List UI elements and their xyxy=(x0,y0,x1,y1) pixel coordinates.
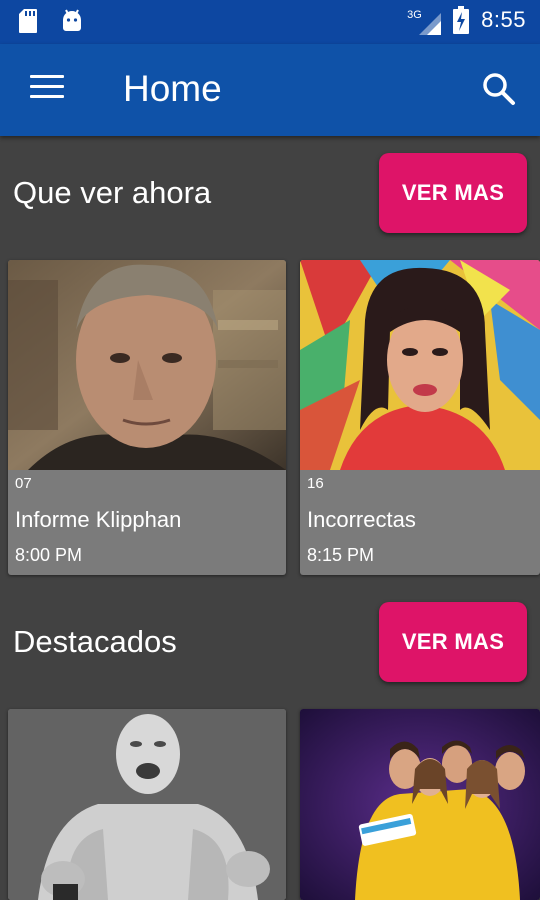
android-icon xyxy=(63,9,81,31)
signal-icon: 3G xyxy=(407,7,442,35)
featured-thumbnail xyxy=(8,709,286,900)
status-bar: 3G 8:55 xyxy=(0,0,540,44)
program-card[interactable]: 16 Incorrectas 8:15 PM xyxy=(300,260,540,575)
clock: 8:55 xyxy=(481,7,526,32)
featured-card[interactable] xyxy=(300,709,540,900)
channel-number: 16 xyxy=(307,475,324,492)
page-title: Home xyxy=(123,68,222,109)
program-thumbnail xyxy=(300,260,540,470)
menu-icon[interactable] xyxy=(30,75,64,101)
ver-mas-button[interactable]: VER MAS xyxy=(379,602,527,682)
featured-card[interactable] xyxy=(8,709,286,900)
search-icon[interactable] xyxy=(482,72,516,106)
battery-charging-icon xyxy=(453,6,470,34)
program-title: Informe Klipphan xyxy=(15,507,182,532)
ver-mas-button[interactable]: VER MAS xyxy=(379,153,527,233)
program-thumbnail xyxy=(8,260,286,470)
program-time: 8:15 PM xyxy=(307,545,375,565)
sd-card-icon xyxy=(19,9,37,33)
program-time: 8:00 PM xyxy=(15,545,83,565)
app-bar: Home xyxy=(0,44,540,136)
program-card[interactable]: 07 Informe Klipphan 8:00 PM xyxy=(8,260,286,575)
section-title-que-ver-ahora: Que ver ahora xyxy=(13,175,212,210)
featured-thumbnail xyxy=(300,709,540,900)
section-title-destacados: Destacados xyxy=(13,624,177,659)
program-title: Incorrectas xyxy=(307,507,416,532)
channel-number: 07 xyxy=(15,475,32,492)
